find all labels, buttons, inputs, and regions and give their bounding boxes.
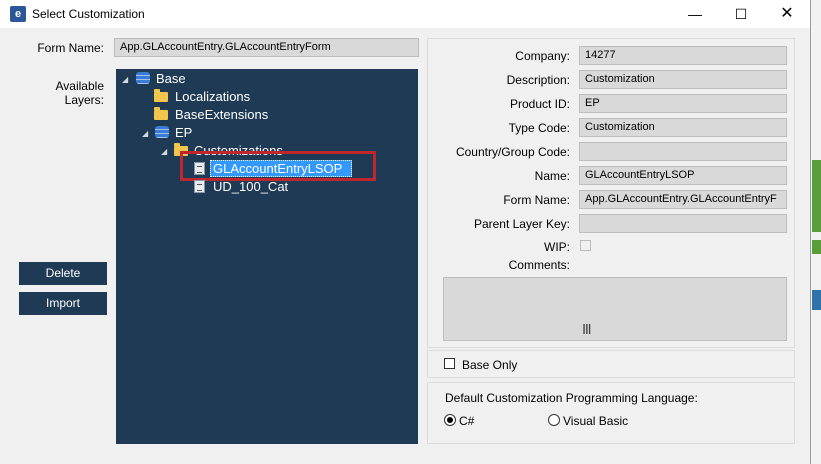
detail-form-name-label: Form Name: [503, 193, 570, 207]
base-only-checkbox[interactable] [444, 358, 455, 369]
type-code-field: Customization [579, 118, 787, 137]
csharp-radio[interactable] [444, 414, 456, 426]
description-field: Customization [579, 70, 787, 89]
country-group-label: Country/Group Code: [455, 145, 570, 159]
country-group-field [579, 142, 787, 161]
description-label: Description: [506, 73, 570, 87]
name-label: Name: [534, 169, 570, 183]
product-id-label: Product ID: [509, 97, 570, 111]
desktop-strip-green [812, 160, 821, 232]
comments-label: Comments: [508, 258, 570, 272]
customization-doc-icon [194, 180, 205, 193]
expand-arrow-icon[interactable]: ◢ [122, 75, 128, 84]
close-icon[interactable]: ✕ [764, 0, 810, 28]
visual-basic-label: Visual Basic [563, 414, 629, 428]
language-title: Default Customization Programming Langua… [445, 391, 698, 405]
expand-arrow-icon[interactable]: ◢ [161, 147, 167, 156]
select-customization-window: e Select Customization — ☐ ✕ Form Name: … [0, 0, 811, 464]
base-only-label: Base Only [462, 358, 518, 372]
product-id-field: EP [579, 94, 787, 113]
tree-node-base[interactable]: Base [156, 71, 186, 86]
maximize-icon[interactable]: ☐ [718, 0, 764, 28]
minimize-icon[interactable]: — [672, 0, 718, 28]
name-field: GLAccountEntryLSOP [579, 166, 787, 185]
tree-node-baseextensions[interactable]: BaseExtensions [175, 107, 268, 122]
comments-textarea[interactable] [443, 277, 787, 341]
wip-checkbox[interactable] [580, 240, 591, 251]
wip-label: WIP: [544, 240, 570, 254]
title-bar: e Select Customization — ☐ ✕ [0, 0, 810, 28]
red-annotation-box [180, 151, 376, 181]
layers-tree[interactable]: ◢ Base Localizations BaseExtensions ◢ EP… [116, 69, 418, 444]
epicor-e-icon: e [10, 6, 26, 22]
tree-node-localizations[interactable]: Localizations [175, 89, 250, 104]
form-name-field: App.GLAccountEntry.GLAccountEntryForm [114, 38, 419, 57]
delete-button[interactable]: Delete [19, 262, 107, 285]
parent-layer-key-label: Parent Layer Key: [473, 217, 570, 231]
form-name-label: Form Name: [37, 41, 104, 55]
company-label: Company: [515, 49, 570, 63]
window-title: Select Customization [32, 7, 145, 21]
database-icon [136, 72, 150, 84]
database-icon [155, 126, 169, 138]
type-code-label: Type Code: [508, 121, 570, 135]
tree-node-ep[interactable]: EP [175, 125, 192, 140]
csharp-label: C# [459, 414, 475, 428]
desktop-strip-green-2 [812, 240, 821, 254]
parent-layer-key-field [579, 214, 787, 233]
text-cursor-icon: Ⅲ [582, 321, 592, 337]
detail-form-name-field: App.GLAccountEntry.GLAccountEntryF [579, 190, 787, 209]
desktop-background [810, 0, 821, 464]
available-layers-label-2: Layers: [64, 93, 104, 107]
desktop-strip-blue [812, 290, 821, 310]
tree-node-ud100cat[interactable]: UD_100_Cat [213, 179, 288, 194]
visual-basic-radio[interactable] [548, 414, 560, 426]
import-button[interactable]: Import [19, 292, 107, 315]
folder-icon [154, 107, 168, 120]
company-field: 14277 [579, 46, 787, 65]
folder-icon [154, 89, 168, 102]
expand-arrow-icon[interactable]: ◢ [142, 129, 148, 138]
available-layers-label-1: Available [55, 79, 104, 93]
